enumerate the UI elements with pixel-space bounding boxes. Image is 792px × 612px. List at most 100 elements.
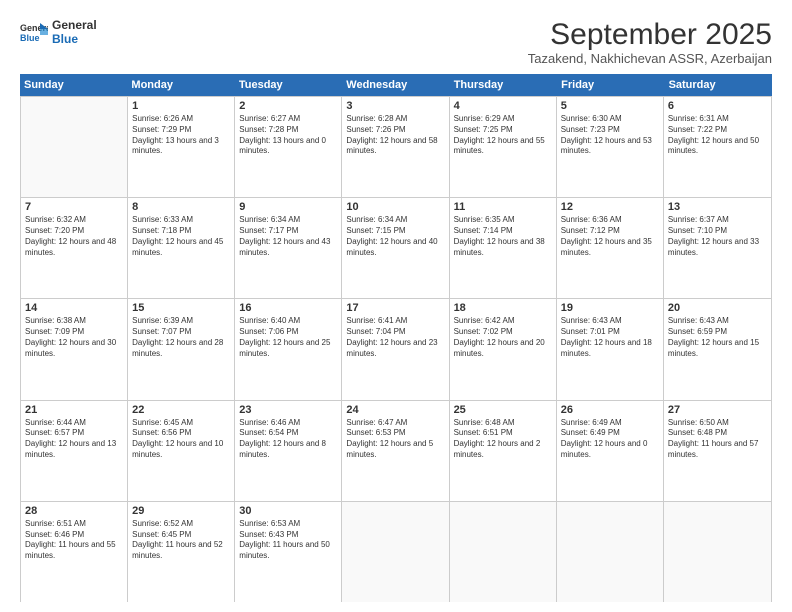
cell-info: Sunrise: 6:28 AMSunset: 7:26 PMDaylight:… xyxy=(346,114,444,157)
calendar-cell: 7 Sunrise: 6:32 AMSunset: 7:20 PMDaylight… xyxy=(21,198,128,298)
calendar-cell xyxy=(342,502,449,602)
calendar-cell: 23 Sunrise: 6:46 AMSunset: 6:54 PMDayligh… xyxy=(235,401,342,501)
logo-general: General xyxy=(52,18,97,32)
calendar-cell: 24Sunrise: 6:47 AMSunset: 6:53 PMDayligh… xyxy=(342,401,449,501)
calendar-cell: 26 Sunrise: 6:49 AMSunset: 6:49 PMDayligh… xyxy=(557,401,664,501)
day-number: 26 xyxy=(561,404,659,416)
cell-info: Sunrise: 6:52 AMSunset: 6:45 PMDaylight:… xyxy=(132,519,230,562)
day-number: 3 xyxy=(346,100,444,112)
logo-icon: General Blue xyxy=(20,21,48,43)
day-number: 19 xyxy=(561,302,659,314)
day-number: 25 xyxy=(454,404,552,416)
cell-info: Sunrise: 6:31 AMSunset: 7:22 PMDaylight:… xyxy=(668,114,767,157)
cell-info: Sunrise: 6:43 AMSunset: 6:59 PMDaylight:… xyxy=(668,316,767,359)
day-number: 5 xyxy=(561,100,659,112)
day-number: 17 xyxy=(346,302,444,314)
header-day: Thursday xyxy=(450,74,557,96)
day-number: 18 xyxy=(454,302,552,314)
cell-info: Sunrise: 6:43 AMSunset: 7:01 PMDaylight:… xyxy=(561,316,659,359)
calendar-cell: 19 Sunrise: 6:43 AMSunset: 7:01 PMDayligh… xyxy=(557,299,664,399)
cell-info: Sunrise: 6:27 AMSunset: 7:28 PMDaylight:… xyxy=(239,114,337,157)
cell-info: Sunrise: 6:46 AMSunset: 6:54 PMDaylight:… xyxy=(239,418,337,461)
cell-info: Sunrise: 6:38 AMSunset: 7:09 PMDaylight:… xyxy=(25,316,123,359)
day-number: 8 xyxy=(132,201,230,213)
calendar-cell xyxy=(557,502,664,602)
cell-info: Sunrise: 6:47 AMSunset: 6:53 PMDaylight:… xyxy=(346,418,444,461)
title-block: September 2025 Tazakend, Nakhichevan ASS… xyxy=(528,18,772,66)
day-number: 11 xyxy=(454,201,552,213)
cell-info: Sunrise: 6:53 AMSunset: 6:43 PMDaylight:… xyxy=(239,519,337,562)
cell-info: Sunrise: 6:35 AMSunset: 7:14 PMDaylight:… xyxy=(454,215,552,258)
cell-info: Sunrise: 6:30 AMSunset: 7:23 PMDaylight:… xyxy=(561,114,659,157)
calendar-cell: 14Sunrise: 6:38 AMSunset: 7:09 PMDayligh… xyxy=(21,299,128,399)
calendar-cell: 15Sunrise: 6:39 AMSunset: 7:07 PMDayligh… xyxy=(128,299,235,399)
day-number: 13 xyxy=(668,201,767,213)
calendar-cell: 20 Sunrise: 6:43 AMSunset: 6:59 PMDayligh… xyxy=(664,299,771,399)
cell-info: Sunrise: 6:50 AMSunset: 6:48 PMDaylight:… xyxy=(668,418,767,461)
calendar-cell: 18Sunrise: 6:42 AMSunset: 7:02 PMDayligh… xyxy=(450,299,557,399)
day-number: 9 xyxy=(239,201,337,213)
day-number: 16 xyxy=(239,302,337,314)
calendar-cell: 5 Sunrise: 6:30 AMSunset: 7:23 PMDaylight… xyxy=(557,97,664,197)
day-number: 20 xyxy=(668,302,767,314)
cell-info: Sunrise: 6:51 AMSunset: 6:46 PMDaylight:… xyxy=(25,519,123,562)
header-day: Saturday xyxy=(665,74,772,96)
cell-info: Sunrise: 6:36 AMSunset: 7:12 PMDaylight:… xyxy=(561,215,659,258)
cell-info: Sunrise: 6:45 AMSunset: 6:56 PMDaylight:… xyxy=(132,418,230,461)
calendar-week: 28 Sunrise: 6:51 AMSunset: 6:46 PMDayligh… xyxy=(21,502,771,602)
day-number: 23 xyxy=(239,404,337,416)
month-title: September 2025 xyxy=(528,18,772,51)
header-day: Tuesday xyxy=(235,74,342,96)
page: General Blue General Blue September 2025… xyxy=(0,0,792,612)
day-number: 10 xyxy=(346,201,444,213)
cell-info: Sunrise: 6:26 AMSunset: 7:29 PMDaylight:… xyxy=(132,114,230,157)
calendar: SundayMondayTuesdayWednesdayThursdayFrid… xyxy=(20,74,772,602)
header: General Blue General Blue September 2025… xyxy=(20,18,772,66)
calendar-cell: 1 Sunrise: 6:26 AMSunset: 7:29 PMDaylight… xyxy=(128,97,235,197)
location: Tazakend, Nakhichevan ASSR, Azerbaijan xyxy=(528,51,772,66)
calendar-header: SundayMondayTuesdayWednesdayThursdayFrid… xyxy=(20,74,772,96)
svg-text:Blue: Blue xyxy=(20,33,40,43)
calendar-cell: 6 Sunrise: 6:31 AMSunset: 7:22 PMDaylight… xyxy=(664,97,771,197)
cell-info: Sunrise: 6:40 AMSunset: 7:06 PMDaylight:… xyxy=(239,316,337,359)
cell-info: Sunrise: 6:44 AMSunset: 6:57 PMDaylight:… xyxy=(25,418,123,461)
calendar-cell: 4 Sunrise: 6:29 AMSunset: 7:25 PMDaylight… xyxy=(450,97,557,197)
calendar-cell: 8 Sunrise: 6:33 AMSunset: 7:18 PMDaylight… xyxy=(128,198,235,298)
day-number: 7 xyxy=(25,201,123,213)
day-number: 2 xyxy=(239,100,337,112)
calendar-week: 21 Sunrise: 6:44 AMSunset: 6:57 PMDayligh… xyxy=(21,401,771,502)
cell-info: Sunrise: 6:29 AMSunset: 7:25 PMDaylight:… xyxy=(454,114,552,157)
cell-info: Sunrise: 6:32 AMSunset: 7:20 PMDaylight:… xyxy=(25,215,123,258)
calendar-cell: 11 Sunrise: 6:35 AMSunset: 7:14 PMDayligh… xyxy=(450,198,557,298)
day-number: 21 xyxy=(25,404,123,416)
cell-info: Sunrise: 6:34 AMSunset: 7:17 PMDaylight:… xyxy=(239,215,337,258)
calendar-cell: 30 Sunrise: 6:53 AMSunset: 6:43 PMDayligh… xyxy=(235,502,342,602)
calendar-cell: 28 Sunrise: 6:51 AMSunset: 6:46 PMDayligh… xyxy=(21,502,128,602)
calendar-cell xyxy=(664,502,771,602)
calendar-cell: 17 Sunrise: 6:41 AMSunset: 7:04 PMDayligh… xyxy=(342,299,449,399)
logo: General Blue General Blue xyxy=(20,18,97,46)
header-day: Wednesday xyxy=(342,74,449,96)
cell-info: Sunrise: 6:34 AMSunset: 7:15 PMDaylight:… xyxy=(346,215,444,258)
calendar-week: 7 Sunrise: 6:32 AMSunset: 7:20 PMDaylight… xyxy=(21,198,771,299)
calendar-cell xyxy=(21,97,128,197)
calendar-cell: 16 Sunrise: 6:40 AMSunset: 7:06 PMDayligh… xyxy=(235,299,342,399)
calendar-cell: 25 Sunrise: 6:48 AMSunset: 6:51 PMDayligh… xyxy=(450,401,557,501)
calendar-cell xyxy=(450,502,557,602)
calendar-cell: 29Sunrise: 6:52 AMSunset: 6:45 PMDayligh… xyxy=(128,502,235,602)
calendar-cell: 21 Sunrise: 6:44 AMSunset: 6:57 PMDayligh… xyxy=(21,401,128,501)
cell-info: Sunrise: 6:48 AMSunset: 6:51 PMDaylight:… xyxy=(454,418,552,461)
day-number: 12 xyxy=(561,201,659,213)
day-number: 1 xyxy=(132,100,230,112)
calendar-cell: 3 Sunrise: 6:28 AMSunset: 7:26 PMDaylight… xyxy=(342,97,449,197)
day-number: 30 xyxy=(239,505,337,517)
cell-info: Sunrise: 6:49 AMSunset: 6:49 PMDaylight:… xyxy=(561,418,659,461)
day-number: 6 xyxy=(668,100,767,112)
cell-info: Sunrise: 6:33 AMSunset: 7:18 PMDaylight:… xyxy=(132,215,230,258)
header-day: Sunday xyxy=(20,74,127,96)
day-number: 4 xyxy=(454,100,552,112)
day-number: 28 xyxy=(25,505,123,517)
calendar-grid: 1 Sunrise: 6:26 AMSunset: 7:29 PMDaylight… xyxy=(20,96,772,602)
cell-info: Sunrise: 6:41 AMSunset: 7:04 PMDaylight:… xyxy=(346,316,444,359)
calendar-cell: 22Sunrise: 6:45 AMSunset: 6:56 PMDayligh… xyxy=(128,401,235,501)
